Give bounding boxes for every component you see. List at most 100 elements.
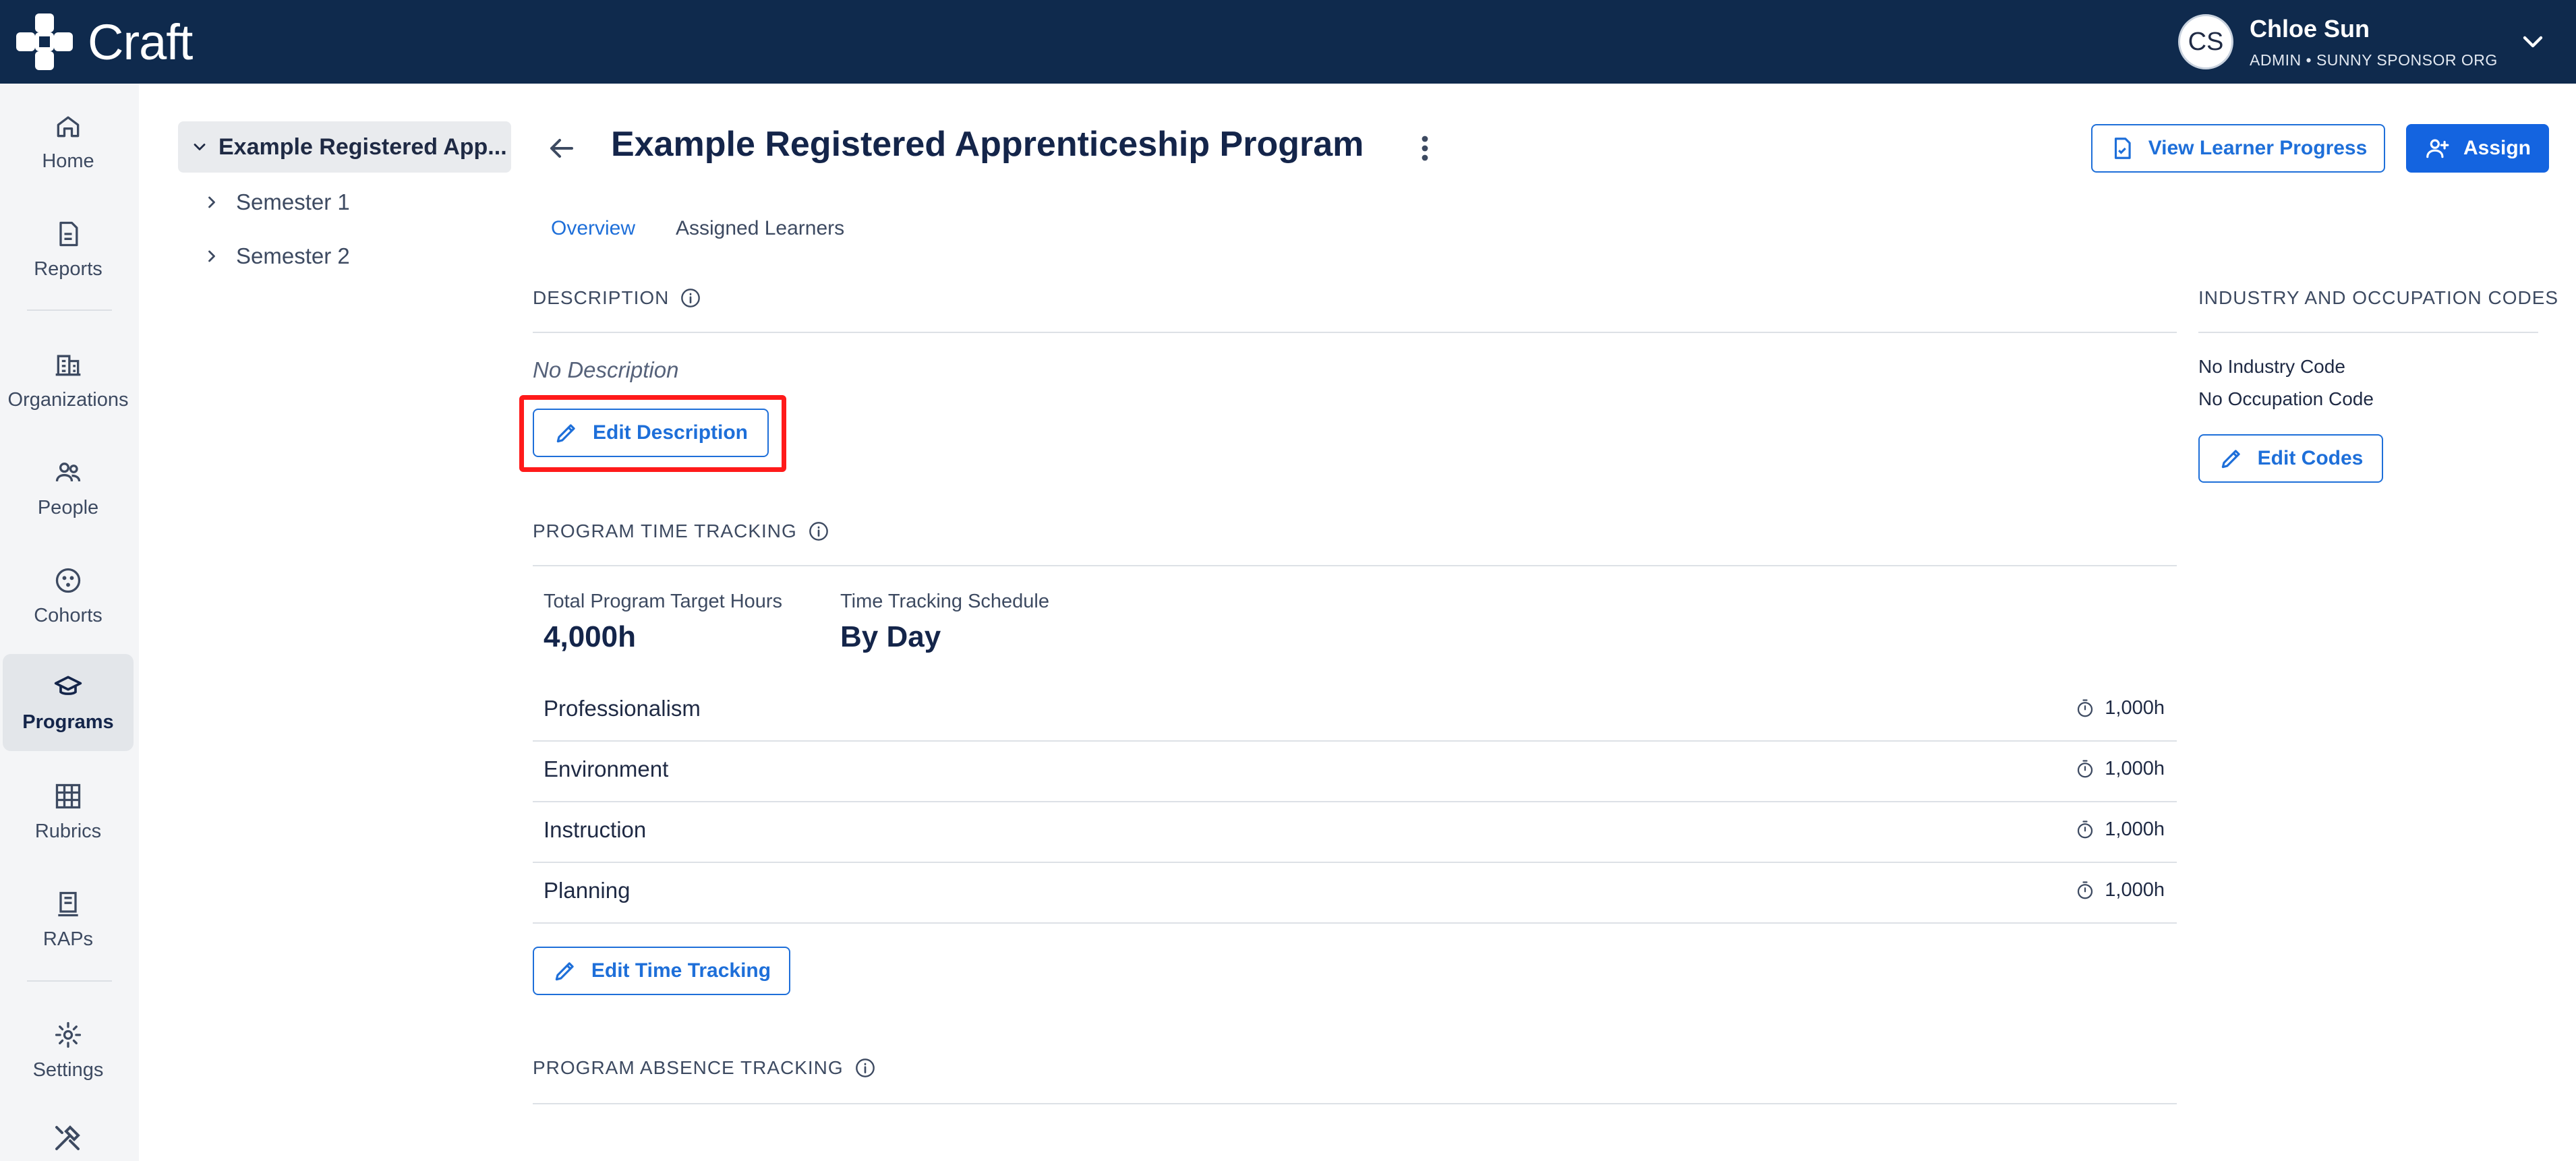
schedule-label: Time Tracking Schedule xyxy=(840,591,1050,612)
nav-item-settings[interactable]: Settings xyxy=(3,1002,134,1099)
list-item: Instruction 1,000h xyxy=(533,802,2177,863)
nav-label-reports: Reports xyxy=(34,258,103,280)
description-heading: DESCRIPTION xyxy=(533,287,701,309)
category-name: Planning xyxy=(544,878,631,903)
nav-item-people[interactable]: People xyxy=(3,440,134,537)
home-icon xyxy=(57,116,80,137)
nav-label-people: People xyxy=(37,496,99,518)
list-item: Planning 1,000h xyxy=(533,863,2177,924)
tree-item-label: Semester 2 xyxy=(236,243,350,268)
list-item: Environment 1,000h xyxy=(533,742,2177,802)
edit-time-tracking-label: Edit Time Tracking xyxy=(591,959,771,982)
stopwatch-icon xyxy=(2078,698,2093,717)
nav-item-raps[interactable]: RAPs xyxy=(3,871,134,968)
schedule-value: By Day xyxy=(840,620,941,653)
nav-divider xyxy=(27,309,112,311)
description-text: No Description xyxy=(533,357,679,382)
assign-button[interactable]: Assign xyxy=(2406,124,2549,173)
time-tracking-heading: PROGRAM TIME TRACKING xyxy=(533,520,829,542)
info-icon[interactable] xyxy=(680,287,701,309)
page-title: Example Registered Apprenticeship Progra… xyxy=(611,125,1364,164)
assign-label: Assign xyxy=(2463,137,2531,159)
category-name: Instruction xyxy=(544,817,647,842)
chevron-down-icon[interactable] xyxy=(2517,26,2549,58)
nav-divider xyxy=(27,980,112,982)
tree-root-program[interactable]: Example Registered App... xyxy=(178,121,511,173)
nav-item-home[interactable]: Home xyxy=(3,93,134,190)
divider xyxy=(533,565,2177,566)
edit-codes-label: Edit Codes xyxy=(2257,447,2364,469)
absence-heading-text: PROGRAM ABSENCE TRACKING xyxy=(533,1057,844,1078)
nav-label-home: Home xyxy=(42,150,94,172)
nav-label-programs: Programs xyxy=(22,711,114,733)
target-hours-value: 4,000h xyxy=(544,620,636,653)
edit-description-label: Edit Description xyxy=(592,421,749,444)
info-icon[interactable] xyxy=(808,520,829,542)
app-logo[interactable]: Craft xyxy=(13,9,193,74)
occupation-code-text: No Occupation Code xyxy=(2198,388,2374,409)
view-learner-progress-label: View Learner Progress xyxy=(2148,137,2368,159)
document-icon xyxy=(2114,138,2131,159)
gear-icon xyxy=(55,1021,82,1048)
user-name: Chloe Sun xyxy=(2250,14,2370,42)
logo-mark-icon xyxy=(13,11,76,73)
divider xyxy=(533,1103,2177,1104)
chevron-right-icon[interactable] xyxy=(202,247,221,266)
category-hours: 1,000h xyxy=(2075,818,2165,841)
pencil-icon xyxy=(555,962,574,981)
time-tracking-heading-text: PROGRAM TIME TRACKING xyxy=(533,520,797,541)
tab-assigned-learners[interactable]: Assigned Learners xyxy=(676,217,844,240)
top-bar: Craft CS Chloe Sun ADMIN • SUNNY SPONSOR… xyxy=(0,0,2576,84)
category-hours: 1,000h xyxy=(2075,879,2165,901)
edit-time-tracking-button[interactable]: Edit Time Tracking xyxy=(533,947,790,995)
more-options-icon[interactable] xyxy=(1415,132,1435,165)
nav-item-cohorts[interactable]: Cohorts xyxy=(3,547,134,645)
hours-value: 1,000h xyxy=(2105,697,2165,719)
nav-label-raps: RAPs xyxy=(42,928,94,950)
pencil-icon xyxy=(2221,450,2240,469)
pencil-icon xyxy=(556,424,575,443)
target-hours-label: Total Program Target Hours xyxy=(544,591,783,612)
category-hours: 1,000h xyxy=(2075,697,2165,719)
reports-icon xyxy=(59,221,78,246)
raps-icon xyxy=(58,891,78,916)
info-icon[interactable] xyxy=(854,1057,876,1079)
edit-codes-button[interactable]: Edit Codes xyxy=(2198,434,2383,483)
divider xyxy=(533,332,2177,333)
user-role: ADMIN • SUNNY SPONSOR ORG xyxy=(2250,51,2498,69)
codes-heading: INDUSTRY AND OCCUPATION CODES xyxy=(2198,287,2558,309)
hours-value: 1,000h xyxy=(2105,758,2165,779)
tree-item-semester-1[interactable]: Semester 1 xyxy=(202,182,350,222)
nav-item-programs[interactable]: Programs xyxy=(3,654,134,751)
user-menu[interactable]: CS Chloe Sun ADMIN • SUNNY SPONSOR ORG xyxy=(2178,12,2549,71)
industry-code-text: No Industry Code xyxy=(2198,356,2345,377)
hours-value: 1,000h xyxy=(2105,818,2165,840)
absence-tracking-heading: PROGRAM ABSENCE TRACKING xyxy=(533,1057,876,1079)
hours-value: 1,000h xyxy=(2105,879,2165,901)
nav-item-organizations[interactable]: Organizations xyxy=(3,332,134,429)
organizations-icon xyxy=(55,355,81,376)
nav-label-rubrics: Rubrics xyxy=(34,820,102,842)
tree-root-title: Example Registered App... xyxy=(218,133,507,160)
divider xyxy=(2198,332,2538,333)
stopwatch-icon xyxy=(2078,881,2093,899)
tree-item-semester-2[interactable]: Semester 2 xyxy=(202,236,350,276)
category-name: Professionalism xyxy=(544,696,701,721)
cohorts-icon xyxy=(55,568,81,593)
edit-description-button[interactable]: Edit Description xyxy=(533,409,769,457)
tab-overview[interactable]: Overview xyxy=(551,217,635,240)
stopwatch-icon xyxy=(2078,759,2093,777)
back-arrow-icon[interactable] xyxy=(545,132,577,165)
tools-icon[interactable] xyxy=(51,1122,84,1154)
add-person-icon xyxy=(2426,139,2449,158)
nav-label-organizations: Organizations xyxy=(7,388,129,411)
view-learner-progress-button[interactable]: View Learner Progress xyxy=(2091,124,2385,173)
chevron-right-icon[interactable] xyxy=(202,193,221,212)
nav-item-reports[interactable]: Reports xyxy=(3,201,134,298)
nav-label-settings: Settings xyxy=(32,1059,104,1081)
avatar: CS xyxy=(2178,14,2233,69)
nav-item-rubrics[interactable]: Rubrics xyxy=(3,763,134,860)
nav-label-cohorts: Cohorts xyxy=(34,604,103,626)
chevron-down-icon[interactable] xyxy=(190,138,209,156)
programs-icon xyxy=(54,676,82,695)
